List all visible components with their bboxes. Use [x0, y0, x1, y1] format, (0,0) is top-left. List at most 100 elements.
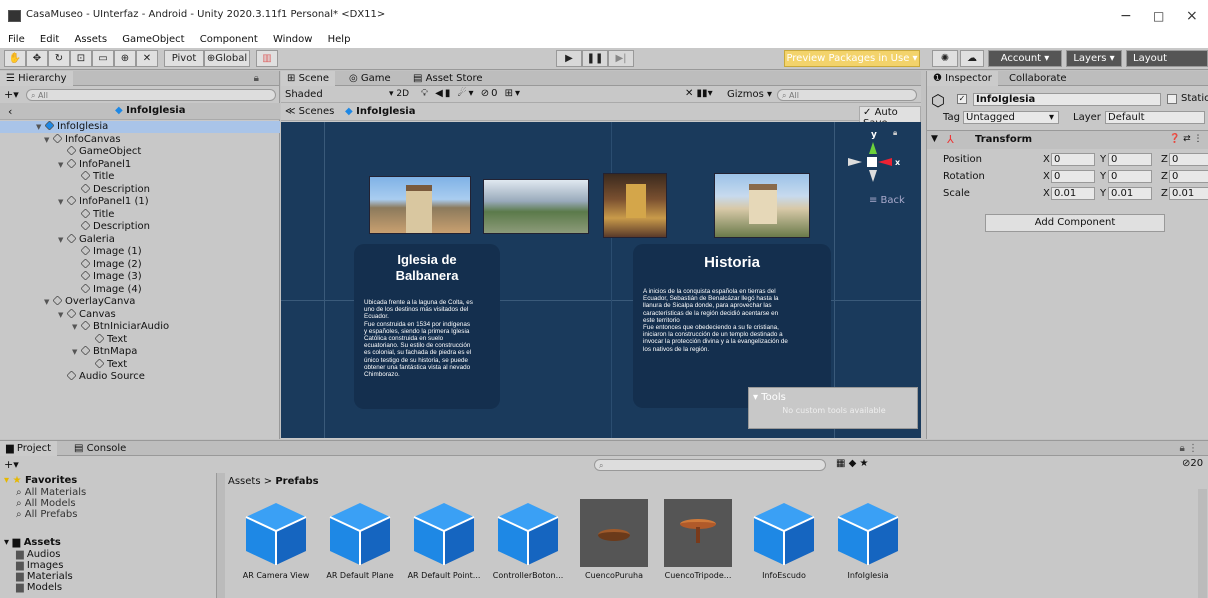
axis-x-label[interactable]: X: [1043, 154, 1050, 165]
lock-icon[interactable]: 🔒︎: [254, 71, 259, 86]
bowl-model-thumbnail[interactable]: [580, 499, 648, 567]
layers-dropdown[interactable]: Layers ▾: [1066, 50, 1122, 67]
tab-inspector[interactable]: ❶ Inspector: [927, 71, 998, 86]
expand-arrow-icon[interactable]: ▼: [58, 196, 67, 208]
expand-arrow-icon[interactable]: ▼: [44, 134, 53, 146]
static-checkbox[interactable]: [1167, 94, 1177, 104]
prefab-cube-icon[interactable]: [834, 499, 902, 567]
pause-button[interactable]: ❚❚: [582, 50, 608, 67]
add-icon[interactable]: +▾: [4, 88, 19, 101]
menu-help[interactable]: Help: [328, 34, 351, 45]
transform-z-field[interactable]: 0.01: [1169, 187, 1208, 200]
hierarchy-item[interactable]: Text: [86, 357, 127, 371]
neg-x-axis-cone[interactable]: [848, 158, 862, 166]
hierarchy-item[interactable]: Text: [86, 332, 127, 346]
tab-game[interactable]: ◎ Game: [343, 71, 397, 86]
hierarchy-item[interactable]: ▼ BtnIniciarAudio: [72, 320, 169, 333]
hierarchy-item[interactable]: Image (3): [72, 270, 142, 283]
expand-arrow-icon[interactable]: ▼: [58, 234, 67, 246]
create-icon[interactable]: +▾: [4, 458, 19, 471]
sidebar-scrollbar[interactable]: [216, 473, 225, 598]
project-search-input[interactable]: ⌕: [594, 459, 826, 471]
axis-x-label[interactable]: X: [1043, 188, 1050, 199]
axis-gizmo[interactable]: y 🔒︎ x: [848, 126, 909, 192]
prefab-cube-icon[interactable]: [750, 499, 818, 567]
global-toggle[interactable]: ⊕Global: [204, 50, 250, 67]
tab-asset-store[interactable]: ▤ Asset Store: [407, 71, 489, 86]
layer-dropdown[interactable]: Default: [1105, 111, 1205, 124]
snap-icon[interactable]: ▥: [256, 50, 278, 67]
gizmos-dropdown[interactable]: Gizmos ▾: [727, 89, 772, 100]
hierarchy-item[interactable]: ▼ InfoCanvas: [44, 132, 121, 146]
back-view-label[interactable]: ≡ Back: [869, 195, 905, 206]
scene-search-input[interactable]: ⌕ All: [777, 89, 917, 101]
help-settings-icons[interactable]: ❓ ⇄ ⋮: [1169, 134, 1202, 144]
breadcrumb-scenes[interactable]: ≪ Scenes: [285, 106, 334, 117]
assets-header[interactable]: ▾ ▆ Assets: [4, 537, 61, 549]
mode-2d-toggle[interactable]: ▾ 2D: [389, 89, 409, 99]
transform-x-field[interactable]: 0.01: [1051, 187, 1095, 200]
transform-tool-icon[interactable]: ⊕: [114, 50, 136, 67]
tab-console[interactable]: ▤ Console: [68, 441, 132, 456]
transform-y-field[interactable]: 0.01: [1108, 187, 1152, 200]
lock-icon[interactable]: 🔒︎ ⋮: [1180, 441, 1199, 456]
tools-title[interactable]: ▾ Tools: [753, 392, 786, 403]
close-button[interactable]: ×: [1186, 8, 1198, 24]
minimize-button[interactable]: −: [1120, 8, 1132, 24]
scene-viewport[interactable]: Iglesia de Balbanera Ubicada frente a la…: [281, 122, 921, 438]
menu-component[interactable]: Component: [200, 34, 258, 45]
expand-arrow-icon[interactable]: ▼: [36, 121, 45, 133]
expand-arrow-icon[interactable]: ▼: [72, 346, 81, 358]
active-checkbox[interactable]: ✓: [957, 94, 967, 104]
hierarchy-item[interactable]: Description: [72, 220, 150, 233]
filter-icons[interactable]: ▦ ◆ ★: [836, 458, 868, 469]
axis-z-label[interactable]: Z: [1161, 188, 1168, 199]
rotate-tool-icon[interactable]: ↻: [48, 50, 70, 67]
step-button[interactable]: ▶|: [608, 50, 634, 67]
preview-packages-button[interactable]: Preview Packages in Use ▾: [784, 50, 920, 67]
custom-tool-icon[interactable]: ✕: [136, 50, 158, 67]
hierarchy-item[interactable]: ▼ Canvas: [58, 307, 116, 321]
play-button[interactable]: ▶: [556, 50, 582, 67]
axis-z-label[interactable]: Z: [1161, 171, 1168, 182]
transform-header[interactable]: ▼ ⅄ Transform ❓ ⇄ ⋮: [927, 131, 1208, 149]
pivot-toggle[interactable]: Pivot: [164, 50, 204, 67]
tab-hierarchy[interactable]: ☰ Hierarchy: [0, 71, 73, 86]
hierarchy-item[interactable]: GameObject: [58, 145, 141, 158]
rect-tool-icon[interactable]: ▭: [92, 50, 114, 67]
account-dropdown[interactable]: Account ▾: [988, 50, 1062, 67]
expand-arrow-icon[interactable]: ▼: [58, 309, 67, 321]
prefab-cube-icon[interactable]: [242, 499, 310, 567]
expand-arrow-icon[interactable]: ▼: [72, 321, 81, 333]
favorites-header[interactable]: ▾ ★ Favorites: [4, 475, 77, 487]
prefab-cube-icon[interactable]: [410, 499, 478, 567]
hierarchy-item[interactable]: ▼ InfoPanel1: [58, 157, 131, 171]
layout-dropdown[interactable]: Layout: [1126, 50, 1208, 67]
hierarchy-item[interactable]: Title: [72, 207, 114, 221]
add-component-button[interactable]: Add Component: [985, 214, 1165, 232]
prefab-cube-icon[interactable]: [326, 499, 394, 567]
menu-window[interactable]: Window: [273, 34, 312, 45]
hierarchy-search-input[interactable]: ⌕ All: [26, 89, 276, 101]
prefab-cube-icon[interactable]: [494, 499, 562, 567]
expand-arrow-icon[interactable]: ▼: [44, 296, 53, 308]
hierarchy-item[interactable]: ▼ InfoIglesia: [0, 120, 280, 133]
center-cube[interactable]: [867, 157, 877, 167]
breadcrumb-prefab[interactable]: ◆ InfoIglesia: [345, 106, 415, 117]
axis-x-label[interactable]: X: [1043, 171, 1050, 182]
axis-z-label[interactable]: Z: [1161, 154, 1168, 165]
hierarchy-item[interactable]: Title: [72, 170, 114, 183]
hand-tool-icon[interactable]: ✋: [4, 50, 26, 67]
hierarchy-item[interactable]: Description: [72, 182, 150, 196]
hierarchy-item[interactable]: Image (2): [72, 257, 142, 271]
favorite-item[interactable]: ⌕ All Prefabs: [16, 509, 77, 521]
axis-y-label[interactable]: Y: [1100, 188, 1106, 199]
services-icon[interactable]: ✺: [932, 50, 958, 67]
expand-arrow-icon[interactable]: ▼: [58, 159, 67, 171]
hierarchy-item[interactable]: ▼ Galeria: [58, 232, 115, 246]
grid-scrollbar[interactable]: [1198, 489, 1207, 598]
x-axis-cone[interactable]: [878, 158, 892, 166]
tools-icon[interactable]: ✕ ▮▮▾: [685, 88, 713, 99]
menu-assets[interactable]: Assets: [74, 34, 107, 45]
asset-folder-item[interactable]: ▆ Models: [16, 582, 62, 594]
